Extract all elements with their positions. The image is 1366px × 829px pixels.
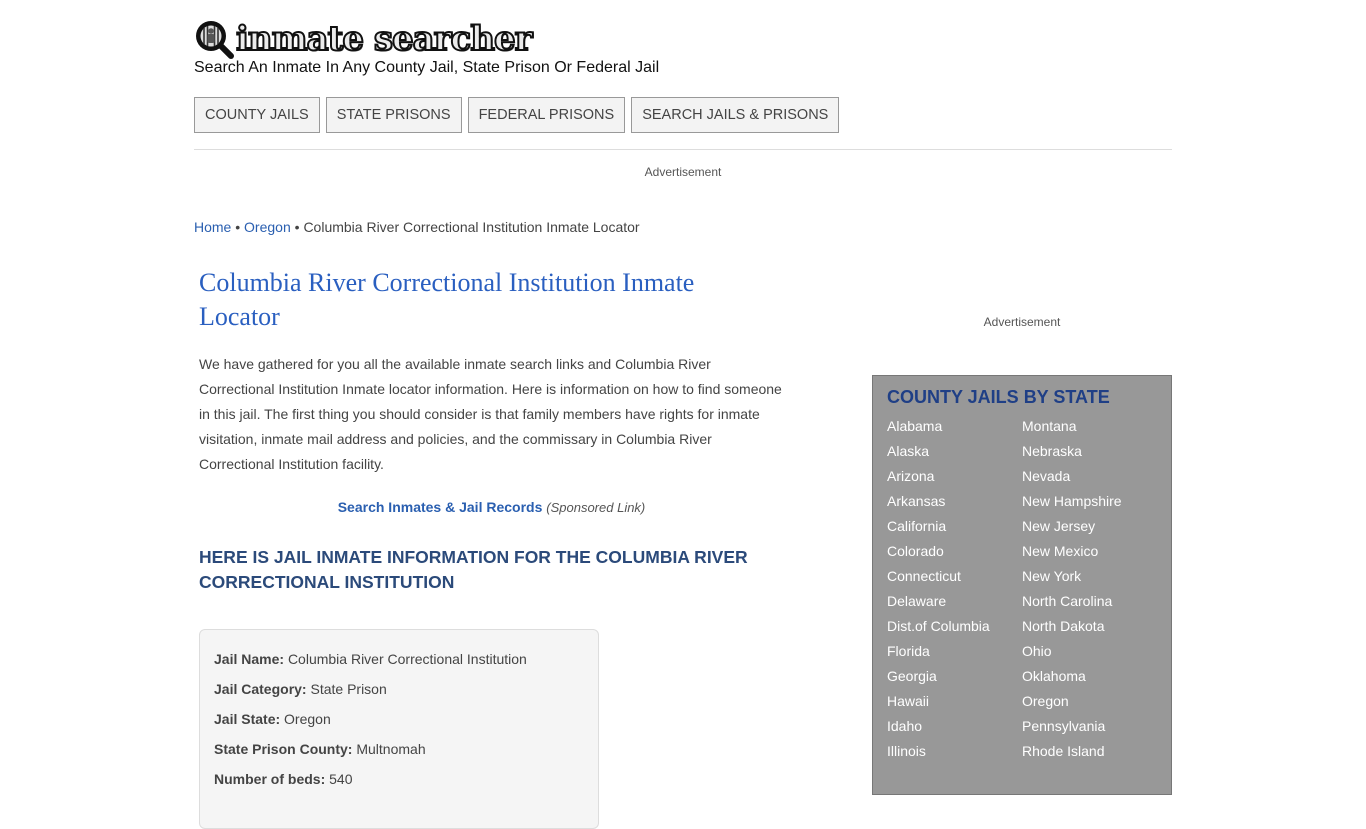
state-link[interactable]: New Mexico (1022, 539, 1172, 564)
state-link[interactable]: Pennsylvania (1022, 714, 1172, 739)
nav-federal-prisons[interactable]: FEDERAL PRISONS (467, 97, 626, 133)
nav-county-jails[interactable]: COUNTY JAILS (194, 97, 320, 133)
state-link[interactable]: Oregon (1022, 689, 1172, 714)
info-value: State Prison (310, 681, 387, 697)
state-link[interactable]: Rhode Island (1022, 739, 1172, 764)
states-grid: Alabama Montana Alaska Nebraska Arizona Nevad… (887, 414, 1157, 764)
info-label: Jail Category: (214, 681, 307, 697)
states-box-title: COUNTY JAILS BY STATE (887, 387, 1110, 407)
site-logo[interactable]: inmate searcher (194, 18, 533, 60)
state-link[interactable]: Delaware (887, 589, 1022, 614)
state-link[interactable]: Oklahoma (1022, 664, 1172, 689)
intro-paragraph: We have gathered for you all the availab… (199, 356, 782, 472)
info-county: State Prison County: Multnomah (214, 734, 584, 764)
breadcrumb-separator: • (235, 219, 241, 235)
divider (194, 149, 1172, 150)
state-link[interactable]: Arkansas (887, 489, 1022, 514)
state-link[interactable]: Dist.of Columbia (887, 614, 1022, 639)
state-link[interactable]: California (887, 514, 1022, 539)
main-nav: COUNTY JAILS STATE PRISONS FEDERAL PRISO… (194, 97, 840, 133)
state-link[interactable]: Idaho (887, 714, 1022, 739)
state-link[interactable]: New York (1022, 564, 1172, 589)
state-link[interactable]: Nevada (1022, 464, 1172, 489)
info-value: Columbia River Correctional Institution (287, 651, 527, 667)
logo-text: inmate searcher (235, 19, 533, 59)
breadcrumb-current: Columbia River Correctional Institution … (303, 219, 640, 235)
breadcrumb-state[interactable]: Oregon (244, 219, 291, 235)
jail-info-box: Jail Name: Columbia River Correctional I… (199, 629, 599, 829)
info-jail-state: Jail State: Oregon (214, 704, 584, 734)
state-link[interactable]: Hawaii (887, 689, 1022, 714)
breadcrumb: Home • Oregon • Columbia River Correctio… (194, 219, 640, 235)
state-link[interactable]: New Jersey (1022, 514, 1172, 539)
nav-state-prisons[interactable]: STATE PRISONS (325, 97, 462, 133)
state-link[interactable]: Nebraska (1022, 439, 1172, 464)
state-link[interactable]: North Dakota (1022, 614, 1172, 639)
state-link[interactable]: Alabama (887, 414, 1022, 439)
search-inmates-link[interactable]: Search Inmates & Jail Records (338, 499, 543, 515)
state-link[interactable]: New Hampshire (1022, 489, 1172, 514)
info-value: Oregon (284, 711, 331, 727)
magnifier-inmate-icon (194, 19, 234, 59)
state-link[interactable]: Illinois (887, 739, 1022, 764)
page-title: Columbia River Correctional Institution … (199, 268, 695, 331)
info-value: Multnomah (356, 741, 426, 757)
info-label: Jail State: (214, 711, 281, 727)
section-heading: HERE IS JAIL INMATE INFORMATION FOR THE … (199, 547, 748, 592)
state-link[interactable]: Connecticut (887, 564, 1022, 589)
main-content: Columbia River Correctional Institution … (199, 266, 784, 829)
nav-search-jails-prisons[interactable]: SEARCH JAILS & PRISONS (631, 97, 840, 133)
advertisement-label: Advertisement (983, 315, 1061, 329)
sponsored-link-row: Search Inmates & Jail Records (Sponsored… (199, 499, 784, 515)
state-link[interactable]: Ohio (1022, 639, 1172, 664)
info-jail-name: Jail Name: Columbia River Correctional I… (214, 644, 584, 674)
tagline: Search An Inmate In Any County Jail, Sta… (194, 59, 660, 76)
state-link[interactable]: Georgia (887, 664, 1022, 689)
sponsored-note: (Sponsored Link) (546, 500, 646, 515)
site-header: inmate searcher Search An Inmate In Any … (194, 18, 659, 76)
state-link[interactable]: Montana (1022, 414, 1172, 439)
state-link[interactable]: Arizona (887, 464, 1022, 489)
info-value: 540 (329, 771, 353, 787)
advertisement-label: Advertisement (644, 165, 722, 179)
info-beds: Number of beds: 540 (214, 764, 584, 794)
state-link[interactable]: Colorado (887, 539, 1022, 564)
info-label: State Prison County: (214, 741, 353, 757)
state-link[interactable]: Alaska (887, 439, 1022, 464)
info-jail-category: Jail Category: State Prison (214, 674, 584, 704)
state-link[interactable]: North Carolina (1022, 589, 1172, 614)
info-label: Number of beds: (214, 771, 326, 787)
breadcrumb-separator: • (294, 219, 300, 235)
county-jails-by-state-box: COUNTY JAILS BY STATE Alabama Montana Alas… (872, 375, 1172, 795)
state-link[interactable]: Florida (887, 639, 1022, 664)
breadcrumb-home[interactable]: Home (194, 219, 231, 235)
info-label: Jail Name: (214, 651, 285, 667)
